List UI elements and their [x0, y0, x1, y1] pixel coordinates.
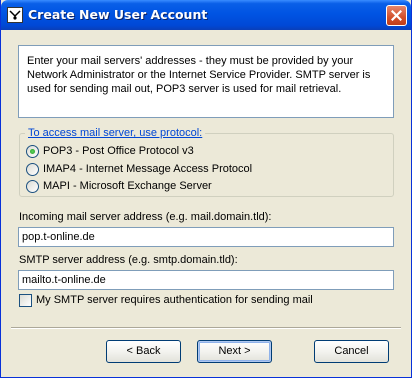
close-icon: [391, 10, 402, 21]
smtp-auth-label: My SMTP server requires authentication f…: [36, 294, 313, 306]
back-button[interactable]: < Back: [106, 340, 181, 363]
cancel-button[interactable]: Cancel: [314, 340, 389, 363]
protocol-group-title: To access mail server, use protocol:: [25, 127, 206, 139]
incoming-server-label: Incoming mail server address (e.g. mail.…: [19, 211, 272, 223]
window-title: Create New User Account: [28, 7, 208, 22]
incoming-server-field[interactable]: [18, 227, 394, 247]
title-bar[interactable]: Create New User Account: [1, 0, 411, 30]
next-button[interactable]: Next >: [197, 340, 272, 363]
radio-button-checked[interactable]: [26, 145, 39, 158]
close-button[interactable]: [386, 5, 407, 26]
app-icon: [7, 7, 23, 23]
smtp-server-field[interactable]: [18, 270, 394, 290]
create-user-dialog: Create New User Account Enter your mail …: [0, 0, 412, 378]
radio-label-pop3: POP3 - Post Office Protocol v3: [43, 145, 194, 157]
radio-button[interactable]: [26, 163, 39, 176]
radio-button[interactable]: [26, 180, 39, 193]
info-panel: Enter your mail servers' addresses - the…: [18, 45, 394, 118]
smtp-server-input[interactable]: [19, 271, 390, 289]
smtp-server-label: SMTP server address (e.g. smtp.domain.tl…: [19, 254, 238, 266]
radio-label-mapi: MAPI - Microsoft Exchange Server: [43, 180, 212, 192]
radio-label-imap4: IMAP4 - Internet Message Access Protocol: [43, 163, 253, 175]
smtp-auth-checkbox[interactable]: [19, 294, 32, 307]
incoming-server-input[interactable]: [19, 228, 390, 246]
info-text: Enter your mail servers' addresses - the…: [27, 55, 371, 95]
button-separator: [11, 327, 401, 329]
